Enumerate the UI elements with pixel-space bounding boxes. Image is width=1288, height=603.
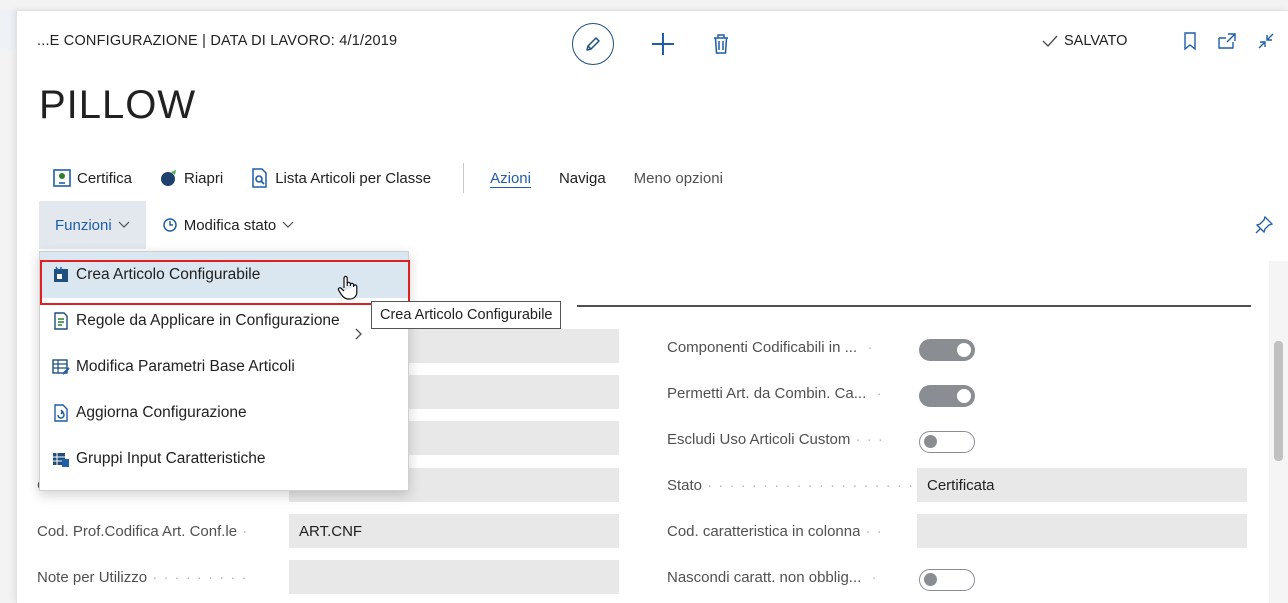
leader-dots: · · · · · · · · · · · · · · · · · · · · xyxy=(702,477,926,494)
note-utilizzo-field[interactable] xyxy=(289,560,619,594)
field-label: Cod. Prof.Codifica Art. Conf.le xyxy=(37,523,238,540)
scrollbar[interactable] xyxy=(1269,261,1288,603)
menu-item-label: Aggiorna Configurazione xyxy=(76,404,247,421)
card-page: ...E CONFIGURAZIONE | DATA DI LAVORO: 4/… xyxy=(16,10,1288,603)
field-label: Permetti Art. da Combin. Ca... xyxy=(667,385,867,402)
escludi-uso-toggle[interactable] xyxy=(919,431,975,453)
stato-row: Stato · · · · · · · · · · · · · · · · · … xyxy=(667,477,925,494)
divider xyxy=(463,163,465,193)
field-label: Componenti Codificabili in ... xyxy=(667,339,858,356)
modifica-stato-menu-button[interactable]: Modifica stato xyxy=(146,201,311,249)
tab-meno-opzioni[interactable]: Meno opzioni xyxy=(634,170,723,187)
cod-caratteristica-row: Cod. caratteristica in colonna · · xyxy=(667,523,883,540)
certificate-icon xyxy=(53,169,71,187)
leader-dots: · · · xyxy=(850,431,884,448)
header-right-tools xyxy=(1183,31,1275,51)
submenu-arrow-icon xyxy=(355,328,362,340)
check-icon xyxy=(1042,35,1058,48)
edit-button[interactable] xyxy=(572,23,614,65)
leader-dots: · xyxy=(861,569,878,586)
pencil-icon xyxy=(586,37,600,51)
refresh-document-icon xyxy=(54,404,68,422)
breadcrumb: ...E CONFIGURAZIONE | DATA DI LAVORO: 4/… xyxy=(37,33,398,49)
riapri-label: Riapri xyxy=(184,169,224,187)
hand-cursor-icon xyxy=(337,275,358,300)
rules-document-icon xyxy=(54,312,68,330)
tab-naviga[interactable]: Naviga xyxy=(559,170,606,187)
riapri-button[interactable]: Riapri xyxy=(160,169,223,187)
nascondi-caratt-toggle[interactable] xyxy=(919,569,975,591)
leader-dots: · xyxy=(237,523,249,540)
certifica-label: Certifica xyxy=(77,169,133,187)
cod-prof-conf-row: Cod. Prof.Codifica Art. Conf.le · xyxy=(37,523,287,540)
group-input-icon xyxy=(53,453,69,467)
action-bar: Certifica Riapri Lista Articoli per Clas… xyxy=(53,163,751,193)
certifica-button[interactable]: Certifica xyxy=(53,169,132,187)
menu-item-label: Gruppi Input Caratteristiche xyxy=(76,450,266,467)
menu-item-modifica-parametri[interactable]: Modifica Parametri Base Articoli xyxy=(40,344,408,390)
escludi-uso-row: Escludi Uso Articoli Custom · · · xyxy=(667,431,884,448)
menu-item-label: Regole da Applicare in Configurazione xyxy=(76,312,340,329)
componenti-codificabili-row: Componenti Codificabili in ... · xyxy=(667,339,873,356)
menu-item-label: Modifica Parametri Base Articoli xyxy=(76,358,295,375)
menu-item-regole[interactable]: Regole da Applicare in Configurazione xyxy=(40,298,408,344)
tab-azioni[interactable]: Azioni xyxy=(490,170,531,187)
stato-field[interactable]: Certificata xyxy=(917,468,1247,502)
componenti-codificabili-toggle[interactable] xyxy=(919,339,975,361)
field-label: Stato xyxy=(667,477,703,494)
scrollbar-thumb[interactable] xyxy=(1274,341,1283,461)
permetti-art-row: Permetti Art. da Combin. Ca... · xyxy=(667,385,883,402)
menu-item-aggiorna[interactable]: Aggiorna Configurazione xyxy=(40,390,408,436)
saved-status: SALVATO xyxy=(1042,33,1127,49)
lista-articoli-button[interactable]: Lista Articoli per Classe xyxy=(251,168,431,188)
saved-label: SALVATO xyxy=(1064,33,1128,49)
menu-item-gruppi-input[interactable]: Gruppi Input Caratteristiche xyxy=(40,436,408,482)
trash-icon[interactable] xyxy=(712,33,730,55)
note-utilizzo-row: Note per Utilizzo · · · · · · · · · xyxy=(37,569,287,586)
history-icon xyxy=(162,218,177,232)
cod-prof-conf-field[interactable]: ART.CNF xyxy=(289,514,619,548)
permetti-art-toggle[interactable] xyxy=(919,385,975,407)
configurable-item-icon xyxy=(54,266,68,282)
chevron-down-icon xyxy=(282,221,294,228)
section-divider xyxy=(577,305,1251,307)
modifica-stato-label: Modifica stato xyxy=(183,216,277,234)
cod-caratteristica-field[interactable] xyxy=(917,514,1247,548)
field-label: Escludi Uso Articoli Custom xyxy=(667,431,851,448)
bookmark-icon[interactable] xyxy=(1183,31,1197,51)
leader-dots: · xyxy=(857,339,874,356)
menu-item-label: Crea Articolo Configurabile xyxy=(76,266,261,283)
leader-dots: · · · · · · · · · xyxy=(147,569,248,586)
sub-action-bar: Funzioni Modifica stato xyxy=(39,201,310,249)
plus-icon[interactable] xyxy=(652,33,674,55)
field-label: Note per Utilizzo xyxy=(37,569,148,586)
document-search-icon xyxy=(252,168,267,188)
leader-dots: · xyxy=(866,385,883,402)
header-actions xyxy=(572,23,730,65)
collapse-icon[interactable] xyxy=(1257,32,1275,50)
open-new-window-icon[interactable] xyxy=(1217,32,1237,50)
reopen-icon xyxy=(161,170,177,186)
nascondi-caratt-row: Nascondi caratt. non obblig... · xyxy=(667,569,878,586)
funzioni-label: Funzioni xyxy=(55,216,112,234)
funzioni-menu-button[interactable]: Funzioni xyxy=(39,201,146,249)
table-edit-icon xyxy=(52,359,70,375)
pin-icon[interactable] xyxy=(1255,216,1273,234)
field-label: Nascondi caratt. non obblig... xyxy=(667,569,862,586)
leader-dots: · · xyxy=(860,523,883,540)
chevron-down-icon xyxy=(118,221,130,228)
lista-articoli-label: Lista Articoli per Classe xyxy=(275,169,432,187)
field-label: Cod. caratteristica in colonna xyxy=(667,523,861,540)
tooltip: Crea Articolo Configurabile xyxy=(371,301,562,329)
page-title: PILLOW xyxy=(39,83,197,127)
